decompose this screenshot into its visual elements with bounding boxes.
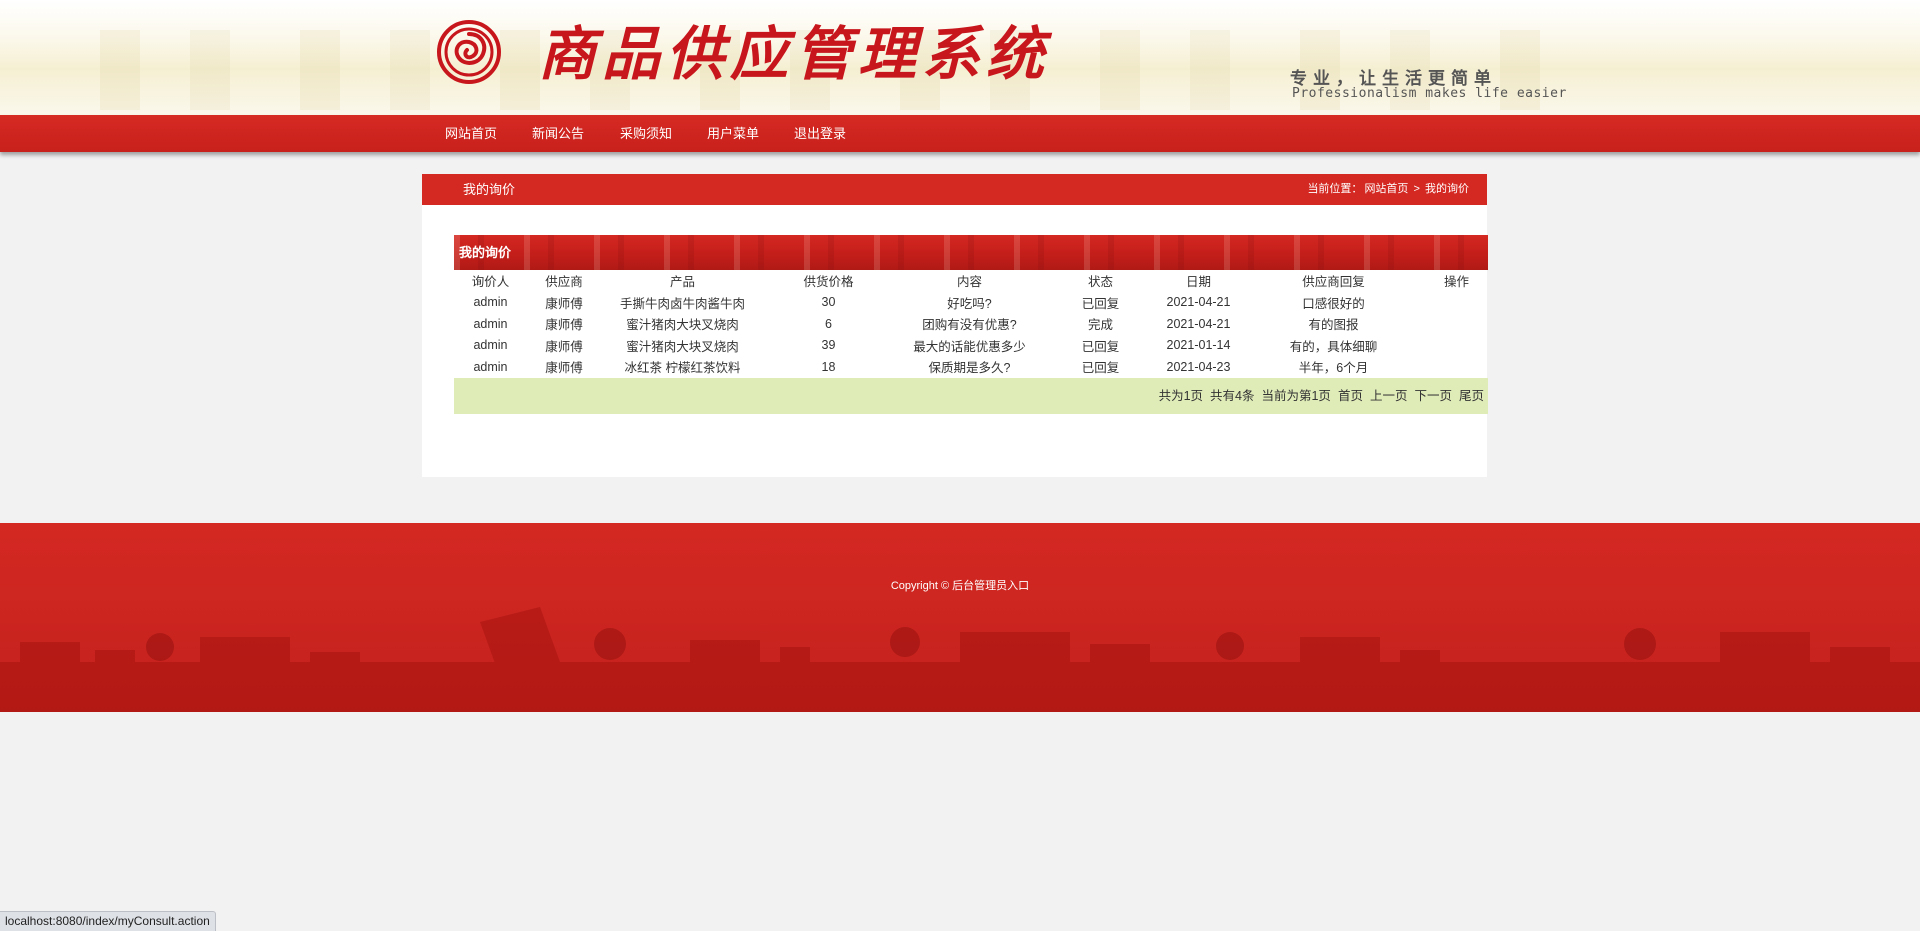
copyright-text: Copyright ©	[890, 580, 950, 592]
nav-item-news[interactable]: 新闻公告	[532, 115, 584, 152]
cell-status: 已回复	[1081, 361, 1120, 376]
cell-inquirer: admin	[473, 338, 508, 353]
breadcrumb-current: 我的询价	[1425, 183, 1469, 195]
slogan-english: Professionalism makes life easier	[1292, 86, 1567, 101]
site-footer: Copyright © 后台管理员入口	[0, 523, 1920, 712]
cell-inquirer: admin	[473, 295, 508, 310]
nav-item-user-menu[interactable]: 用户菜单	[707, 115, 759, 152]
column-header: 状态	[1087, 275, 1113, 290]
cell-price: 18	[821, 359, 836, 374]
table-row: admin 康师傅 冰红茶 柠檬红茶饮料 18 保质期是多久? 已回复 2021…	[454, 356, 1488, 378]
cell-content: 好吃吗?	[947, 296, 992, 311]
cell-price: 6	[825, 316, 832, 331]
inquiry-panel: 我的询价 询价人 供应商 产品 供货价格 内容 状态 日期 供应商回复 操作 a…	[454, 235, 1488, 414]
cell-reply: 半年，6个月	[1298, 361, 1369, 376]
panel-title: 我的询价	[459, 245, 512, 260]
cell-supplier: 康师傅	[545, 361, 583, 376]
pager-current-page: 当前为第1页	[1261, 388, 1331, 403]
column-header: 操作	[1443, 275, 1469, 290]
cell-actions	[1425, 356, 1488, 378]
cell-product: 蜜汁猪肉大块叉烧肉	[626, 339, 739, 354]
cell-status: 已回复	[1081, 339, 1120, 354]
cell-actions	[1425, 313, 1488, 335]
cell-actions	[1425, 335, 1488, 357]
column-header: 产品	[669, 275, 695, 290]
cell-content: 团购有没有优惠?	[922, 318, 1017, 333]
breadcrumb-home-link[interactable]: 网站首页	[1364, 183, 1408, 195]
table-row: admin 康师傅 手撕牛肉卤牛肉酱牛肉 30 好吃吗? 已回复 2021-04…	[454, 292, 1488, 314]
pager-first-link[interactable]: 首页	[1338, 389, 1363, 403]
main-nav: 网站首页 新闻公告 采购须知 用户菜单 退出登录	[0, 115, 1920, 152]
breadcrumb-prefix: 当前位置：	[1307, 183, 1363, 195]
table-row: admin 康师傅 蜜汁猪肉大块叉烧肉 6 团购有没有优惠? 完成 2021-0…	[454, 313, 1488, 335]
cell-price: 30	[821, 295, 836, 310]
inquiry-table: 询价人 供应商 产品 供货价格 内容 状态 日期 供应商回复 操作 admin …	[454, 270, 1488, 378]
column-header: 日期	[1185, 275, 1211, 290]
cell-date: 2021-04-23	[1166, 359, 1231, 374]
table-header-row: 询价人 供应商 产品 供货价格 内容 状态 日期 供应商回复 操作	[454, 270, 1488, 292]
admin-entry-link[interactable]: 后台管理员入口	[952, 580, 1029, 592]
cell-content: 最大的话能优惠多少	[913, 339, 1026, 354]
breadcrumb: 当前位置： 网站首页 > 我的询价	[1306, 174, 1470, 205]
content-container: 我的询价 当前位置： 网站首页 > 我的询价 我的询价 询价人 供应商 产品 供货…	[422, 174, 1488, 477]
pagination: 共为1页 共有4条 当前为第1页 首页 上一页 下一页 尾页	[454, 377, 1488, 414]
pager-last-link[interactable]: 尾页	[1459, 389, 1484, 403]
cell-product: 蜜汁猪肉大块叉烧肉	[626, 318, 739, 333]
cell-reply: 有的图报	[1308, 318, 1359, 333]
browser-status-url: localhost:8080/index/myConsult.action	[0, 911, 216, 931]
cell-reply: 有的，具体细聊	[1289, 339, 1378, 354]
panel-header: 我的询价	[454, 235, 1488, 270]
pager-total-records: 共有4条	[1210, 388, 1255, 403]
city-skyline-illustration	[0, 607, 1920, 712]
pager-next-link[interactable]: 下一页	[1414, 389, 1452, 403]
site-title: 商品供应管理系统	[538, 20, 1051, 88]
column-header: 供应商	[545, 275, 583, 290]
cell-actions	[1425, 292, 1488, 314]
pager-prev-link[interactable]: 上一页	[1370, 389, 1408, 403]
copyright: Copyright © 后台管理员入口	[0, 577, 1920, 593]
cell-date: 2021-04-21	[1166, 316, 1231, 331]
logo-icon	[437, 20, 501, 84]
cell-date: 2021-01-14	[1166, 338, 1231, 353]
cell-supplier: 康师傅	[545, 339, 583, 354]
column-header: 询价人	[471, 275, 510, 290]
nav-item-purchase-notice[interactable]: 采购须知	[620, 115, 672, 152]
column-header: 供货价格	[803, 275, 854, 290]
breadcrumb-separator: >	[1413, 183, 1420, 195]
cell-reply: 口感很好的	[1302, 296, 1365, 311]
cell-inquirer: admin	[473, 316, 508, 331]
cell-price: 39	[821, 338, 836, 353]
cell-supplier: 康师傅	[545, 318, 583, 333]
cell-product: 冰红茶 柠檬红茶饮料	[624, 361, 741, 376]
panel-header-pattern	[454, 235, 1488, 270]
column-header: 供应商回复	[1302, 275, 1365, 290]
content-header: 我的询价 当前位置： 网站首页 > 我的询价	[422, 174, 1487, 205]
site-header: 商品供应管理系统 专业，让生活更简单 Professionalism makes…	[0, 0, 1920, 115]
page-title: 我的询价	[463, 182, 516, 197]
nav-item-logout[interactable]: 退出登录	[794, 115, 846, 152]
cell-content: 保质期是多久?	[928, 361, 1011, 376]
table-row: admin 康师傅 蜜汁猪肉大块叉烧肉 39 最大的话能优惠多少 已回复 202…	[454, 335, 1488, 357]
column-header: 内容	[956, 275, 982, 290]
pager-total-pages: 共为1页	[1158, 388, 1204, 403]
nav-item-home[interactable]: 网站首页	[445, 115, 497, 152]
cell-product: 手撕牛肉卤牛肉酱牛肉	[619, 296, 745, 311]
cell-status: 完成	[1087, 318, 1113, 333]
cell-supplier: 康师傅	[545, 296, 583, 311]
cell-date: 2021-04-21	[1166, 295, 1231, 310]
cell-inquirer: admin	[473, 359, 508, 374]
cell-status: 已回复	[1081, 296, 1120, 311]
